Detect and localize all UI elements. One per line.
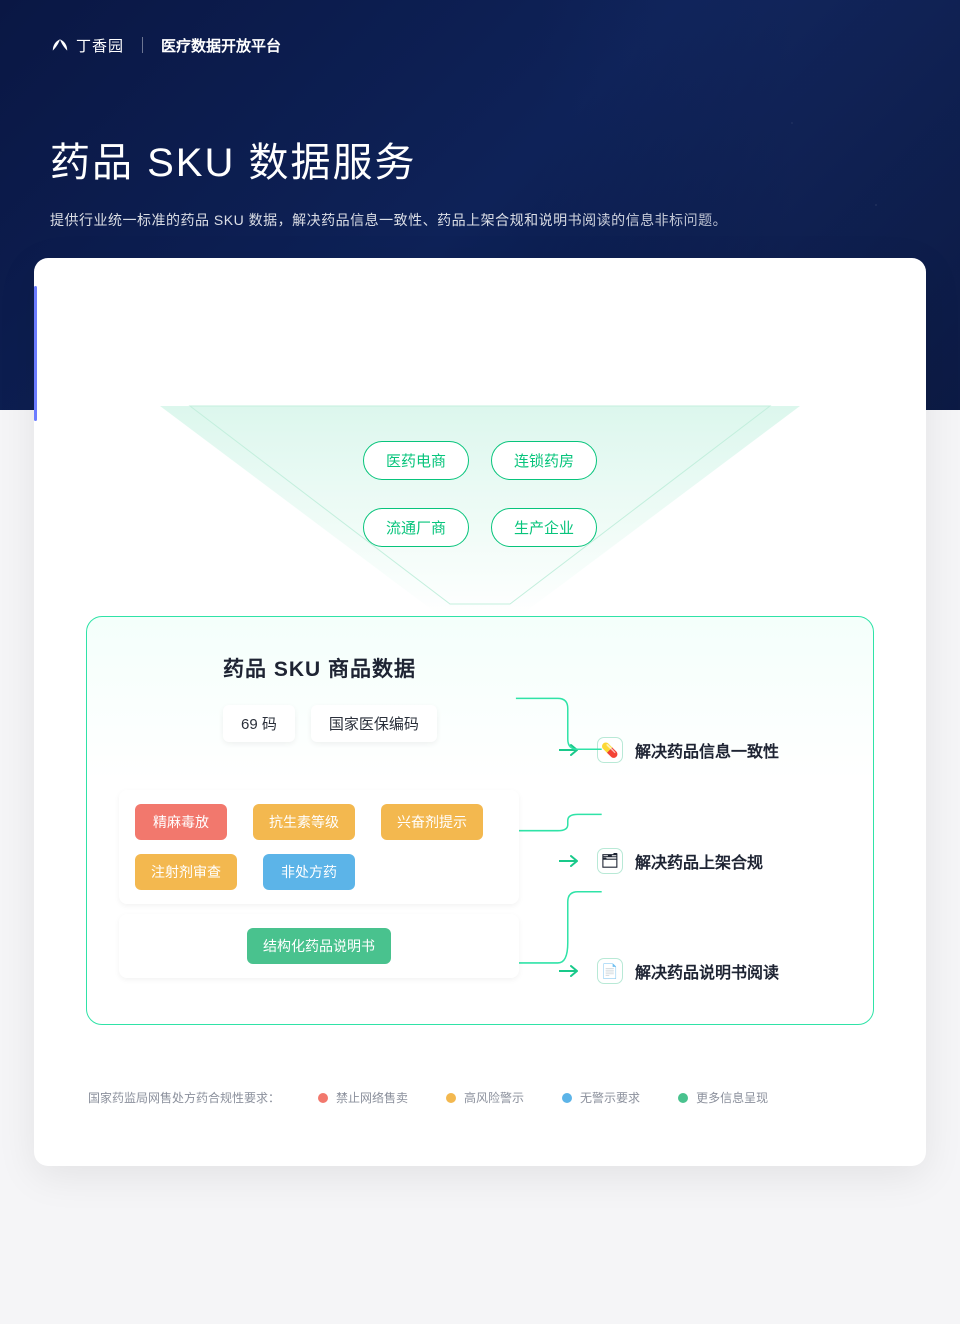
- legend-row: 国家药监局网售处方药合规性要求： 禁止网络售卖 高风险警示 无警示要求 更多信息…: [86, 1089, 874, 1106]
- top-bar: 丁香园 医疗数据开放平台: [50, 30, 910, 60]
- legend-item: 无警示要求: [562, 1089, 640, 1106]
- funnel-pill: 流通厂商: [363, 508, 469, 547]
- code-chip: 69 码: [223, 705, 295, 742]
- compliance-tags-card: 精麻毒放 抗生素等级 兴奋剂提示 注射剂审查 非处方药: [119, 790, 519, 904]
- shelf-icon: 🗂: [597, 848, 623, 874]
- tag-chip: 注射剂审查: [135, 854, 237, 890]
- leaf-icon: [50, 37, 70, 53]
- sku-data-box: 药品 SKU 商品数据 69 码 国家医保编码 精麻毒放 抗生素等级 兴奋剂提示…: [86, 616, 874, 1025]
- tag-chip: 非处方药: [263, 854, 355, 890]
- arrow-right-icon: [559, 854, 585, 868]
- dot-icon: [318, 1093, 328, 1103]
- funnel-pill: 医药电商: [363, 441, 469, 480]
- page-title: 药品 SKU 数据服务: [50, 130, 910, 188]
- legend-item: 更多信息呈现: [678, 1089, 768, 1106]
- legend-item: 禁止网络售卖: [318, 1089, 408, 1106]
- legend-label: 无警示要求: [580, 1089, 640, 1106]
- funnel-pill: 连锁药房: [491, 441, 597, 480]
- separator: [142, 37, 143, 53]
- legend-label: 高风险警示: [464, 1089, 524, 1106]
- accent-bar: [34, 286, 37, 421]
- dot-icon: [446, 1093, 456, 1103]
- content-card: 医药电商 连锁药房 流通厂商 生产企业 药品 SKU 商品数据 69 码: [34, 258, 926, 1166]
- platform-name: 医疗数据开放平台: [161, 35, 281, 56]
- brand-name: 丁香园: [76, 35, 124, 56]
- funnel-pill: 生产企业: [491, 508, 597, 547]
- tag-chip: 精麻毒放: [135, 804, 227, 840]
- legend-label: 禁止网络售卖: [336, 1089, 408, 1106]
- tag-chip: 抗生素等级: [253, 804, 355, 840]
- pill-icon: 💊: [597, 737, 623, 763]
- solution-item: 📄 解决药品说明书阅读: [559, 958, 841, 984]
- code-chip: 国家医保编码: [311, 705, 437, 742]
- dot-icon: [562, 1093, 572, 1103]
- legend-lead: 国家药监局网售处方药合规性要求：: [88, 1089, 280, 1106]
- solution-label: 解决药品上架合规: [635, 849, 763, 873]
- box-title: 药品 SKU 商品数据: [223, 653, 519, 683]
- arrow-right-icon: [559, 964, 585, 978]
- tag-chip: 兴奋剂提示: [381, 804, 483, 840]
- funnel-section: 医药电商 连锁药房 流通厂商 生产企业: [86, 286, 874, 616]
- tag-chip: 结构化药品说明书: [247, 928, 391, 964]
- legend-item: 高风险警示: [446, 1089, 524, 1106]
- document-icon: 📄: [597, 958, 623, 984]
- instruction-card: 结构化药品说明书: [119, 914, 519, 978]
- arrow-right-icon: [559, 743, 585, 757]
- legend-label: 更多信息呈现: [696, 1089, 768, 1106]
- page-subtitle: 提供行业统一标准的药品 SKU 数据，解决药品信息一致性、药品上架合规和说明书阅…: [50, 210, 910, 230]
- solution-label: 解决药品说明书阅读: [635, 959, 779, 983]
- solution-item: 🗂 解决药品上架合规: [559, 848, 841, 874]
- dot-icon: [678, 1093, 688, 1103]
- brand-logo: 丁香园: [50, 35, 124, 56]
- solution-label: 解决药品信息一致性: [635, 738, 779, 762]
- solution-item: 💊 解决药品信息一致性: [559, 737, 841, 763]
